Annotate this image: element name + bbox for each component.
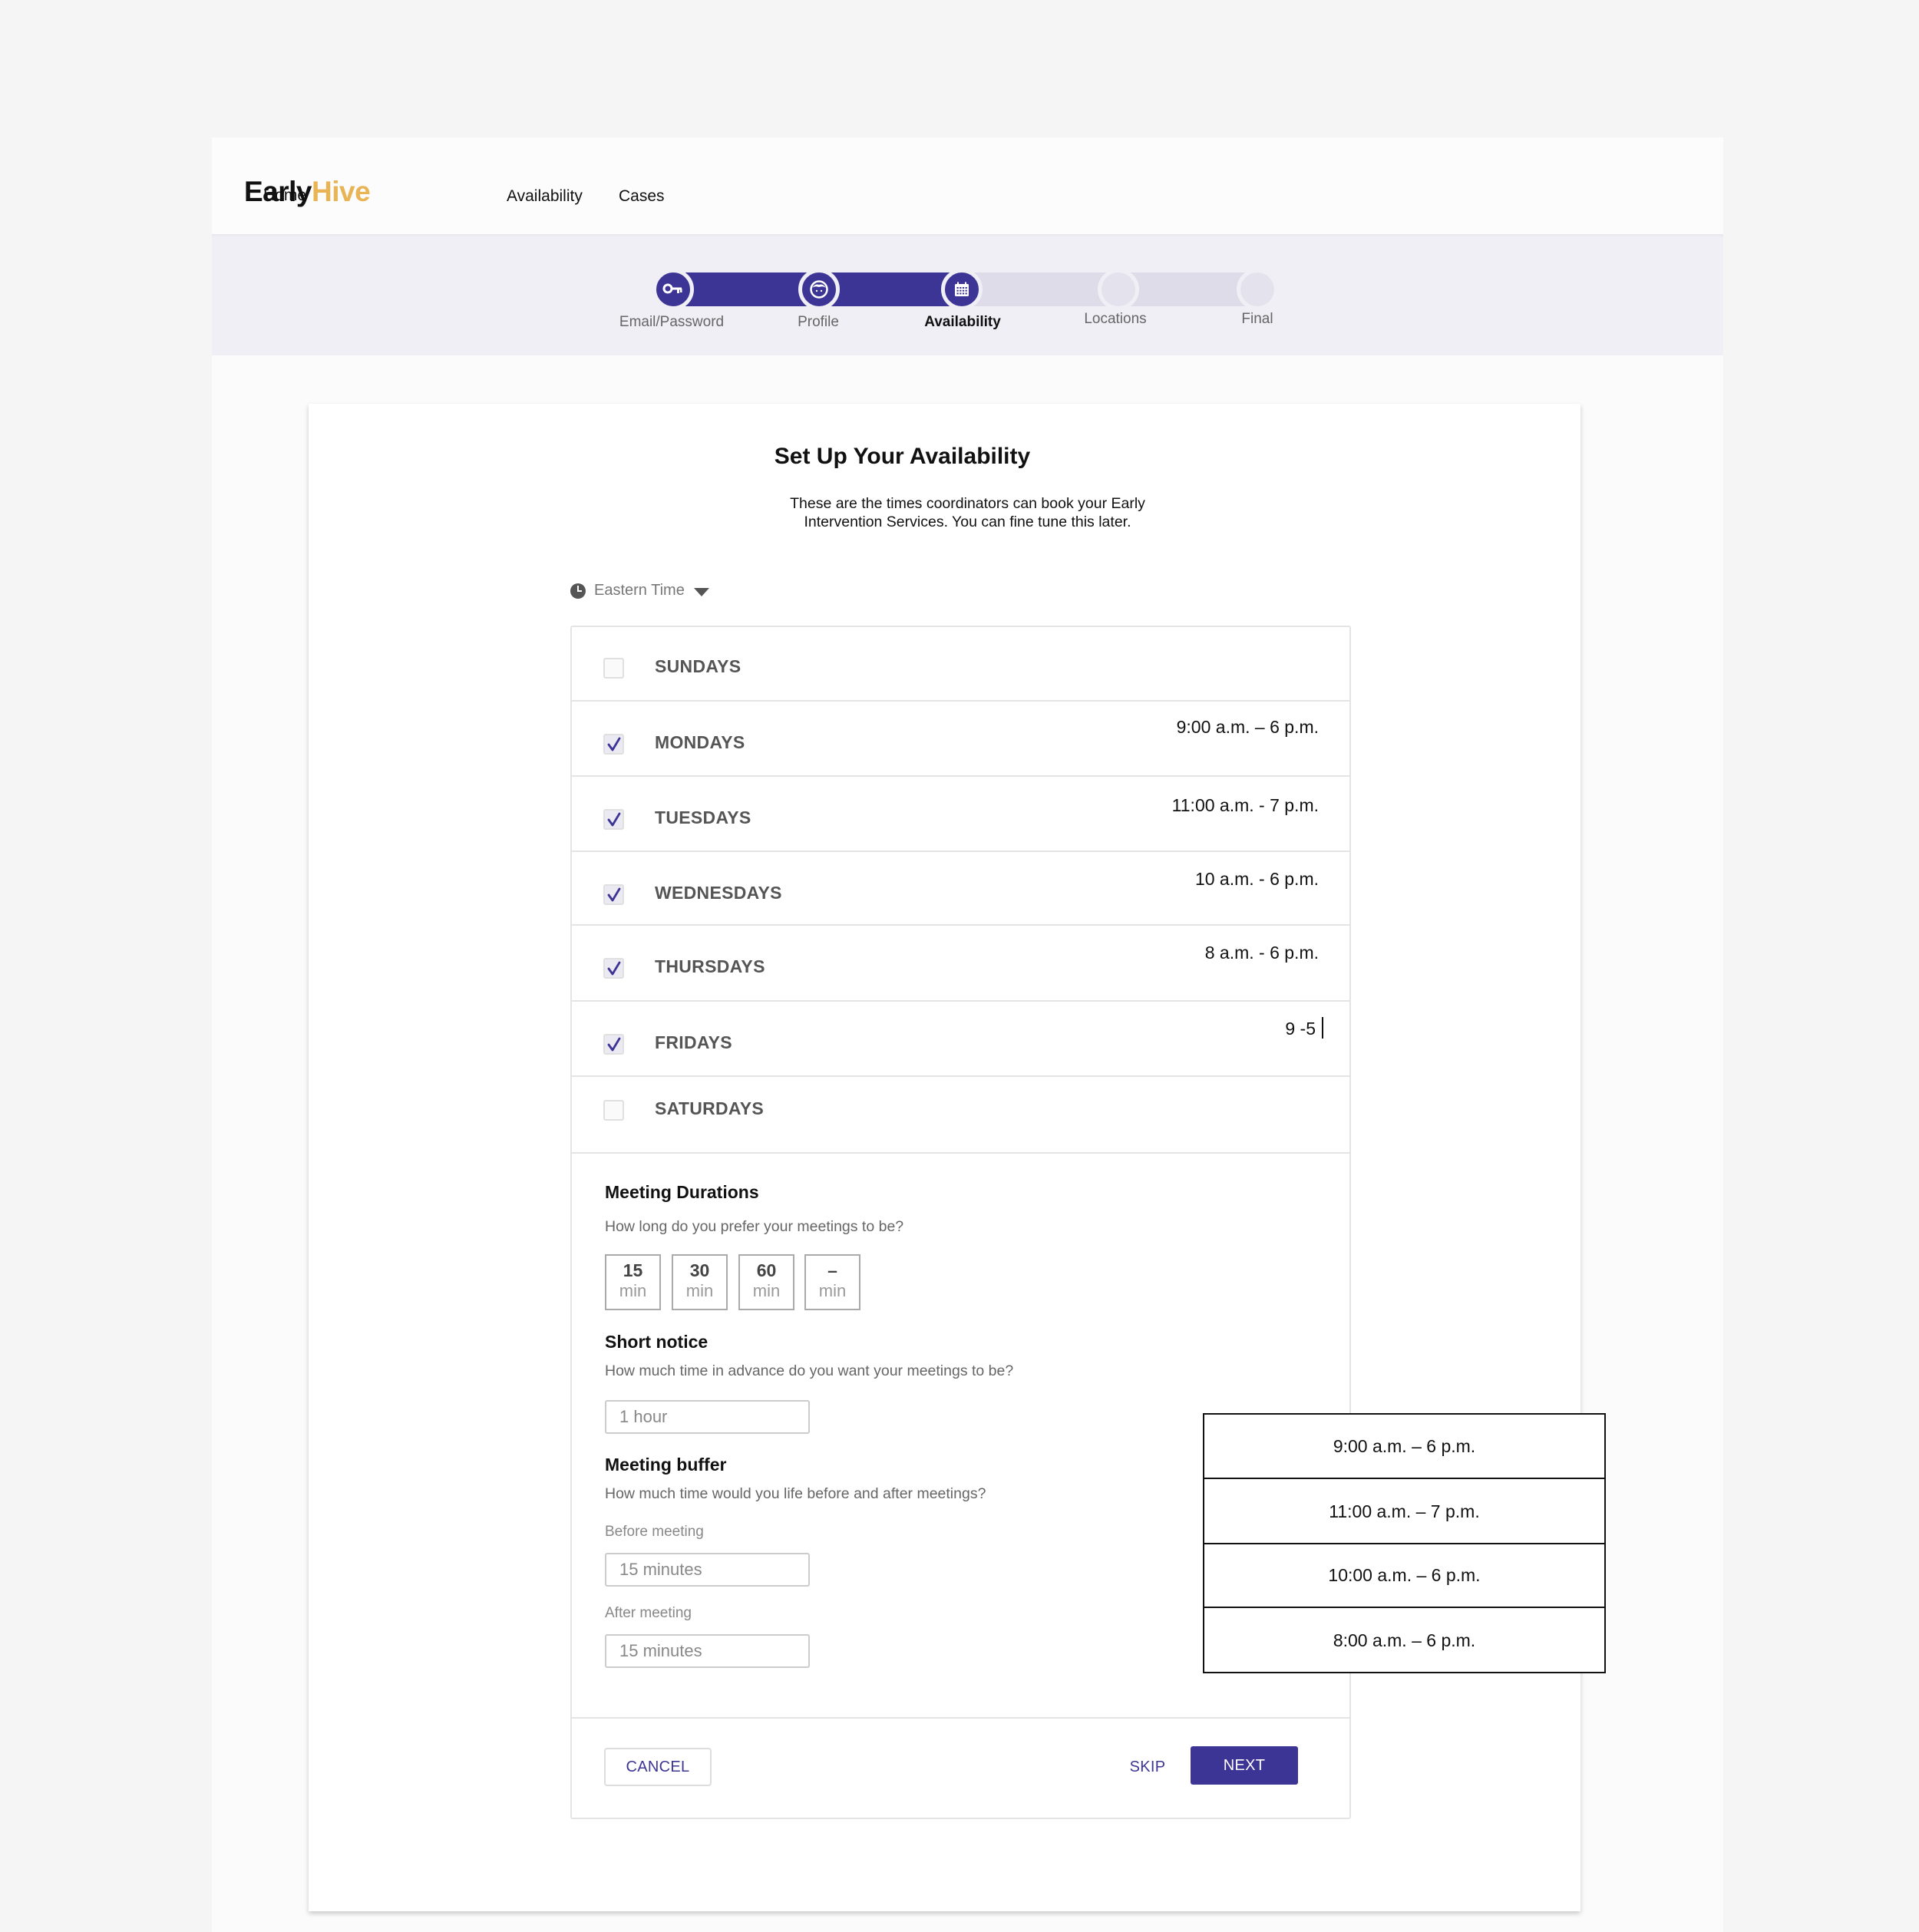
app-frame: EarlyHive Home Availability Cases Email/… <box>212 137 1723 1932</box>
timezone-value: Eastern Time <box>594 582 685 599</box>
before-meeting-input[interactable]: 15 minutes <box>605 1553 810 1587</box>
day-time-input[interactable]: 8 a.m. - 6 p.m. <box>1205 943 1319 963</box>
day-label: FRIDAYS <box>655 1032 732 1052</box>
timezone-select[interactable]: Eastern Time <box>570 582 709 599</box>
logo-hive: Hive <box>312 176 371 207</box>
chevron-down-icon <box>693 588 709 596</box>
duration-unit: min <box>752 1281 781 1300</box>
time-suggestions-dropdown: 9:00 a.m. – 6 p.m. 11:00 a.m. – 7 p.m. 1… <box>1203 1413 1606 1673</box>
short-notice-input[interactable]: 1 hour <box>605 1400 810 1434</box>
day-time-input-active[interactable]: 9 -5 <box>1285 1017 1323 1039</box>
step-label-profile: Profile <box>798 314 839 330</box>
step-final <box>1237 269 1278 310</box>
day-label: TUESDAYS <box>655 807 751 827</box>
step-label-email-password: Email/Password <box>619 314 725 330</box>
step-locations <box>1098 269 1139 310</box>
day-time-value: 8 a.m. - 6 p.m. <box>1204 943 1319 963</box>
suggestion-option[interactable]: 9:00 a.m. – 6 p.m. <box>1204 1415 1604 1479</box>
day-time-input[interactable]: 11:00 a.m. - 7 p.m. <box>1172 795 1319 816</box>
step-label-availability: Availability <box>924 314 1001 330</box>
checkmark-icon <box>607 961 621 976</box>
after-meeting-input[interactable]: 15 minutes <box>605 1634 810 1668</box>
subtitle-line-2: Intervention Services. You can fine tune… <box>804 514 1131 530</box>
day-label: SATURDAYS <box>655 1098 765 1118</box>
short-notice-title: Short notice <box>605 1332 708 1352</box>
short-notice-subtitle: How much time in advance do you want you… <box>605 1362 1014 1379</box>
day-label: SUNDAYS <box>655 656 742 676</box>
day-label: WEDNESDAYS <box>655 883 782 903</box>
suggestion-option[interactable]: 8:00 a.m. – 6 p.m. <box>1204 1608 1604 1673</box>
duration-option-custom[interactable]: – min <box>804 1254 860 1310</box>
day-time-input[interactable]: 10 a.m. - 6 p.m. <box>1195 869 1319 890</box>
availability-card: Set Up Your Availability These are the t… <box>309 404 1606 1911</box>
availability-panel: SUNDAYS MONDAYS 9:00 a.m. – 6 p.m. TUESDAYS… <box>570 626 1606 1819</box>
day-time-value: 9 -5 <box>1285 1019 1316 1039</box>
step-profile <box>798 269 840 310</box>
day-checkbox[interactable] <box>603 1034 624 1055</box>
day-checkbox[interactable] <box>603 884 624 905</box>
duration-option-60[interactable]: 60 min <box>738 1254 794 1310</box>
step-label-final: Final <box>1241 311 1273 327</box>
day-row-mondays: MONDAYS 9:00 a.m. – 6 p.m. <box>572 702 1349 777</box>
step-label-locations: Locations <box>1084 311 1147 327</box>
nav-availability[interactable]: Availability <box>507 187 583 206</box>
step-availability <box>941 269 983 310</box>
duration-value: 15 <box>623 1260 643 1280</box>
day-row-tuesdays: TUESDAYS 11:00 a.m. - 7 p.m. <box>572 777 1349 852</box>
day-time-value: 9:00 a.m. – 6 p.m. <box>1176 717 1319 737</box>
day-row-sundays: SUNDAYS <box>572 627 1349 702</box>
after-meeting-label: After meeting <box>605 1605 692 1621</box>
duration-value: – <box>827 1260 837 1280</box>
text-cursor <box>1322 1017 1323 1039</box>
day-checkbox[interactable] <box>603 958 624 979</box>
day-checkbox[interactable] <box>603 734 624 755</box>
day-checkbox[interactable] <box>603 1100 624 1121</box>
cancel-button[interactable]: CANCEL <box>604 1748 712 1786</box>
duration-value: 60 <box>756 1260 777 1280</box>
nav-cases[interactable]: Cases <box>619 187 665 206</box>
key-icon <box>662 283 682 294</box>
day-time-value: 10 a.m. - 6 p.m. <box>1194 869 1319 889</box>
nav-home[interactable]: Home <box>263 187 306 205</box>
day-row-thursdays: THURSDAYS 8 a.m. - 6 p.m. <box>572 926 1349 1002</box>
day-row-wednesdays: WEDNESDAYS 10 a.m. - 6 p.m. <box>572 852 1349 926</box>
next-button[interactable]: NEXT <box>1191 1746 1298 1785</box>
step-email-password <box>652 269 694 310</box>
progress-stepper: Email/Password Profile Availability Loca… <box>212 234 1723 355</box>
suggestion-option[interactable]: 10:00 a.m. – 6 p.m. <box>1204 1544 1604 1608</box>
before-meeting-label: Before meeting <box>605 1524 704 1540</box>
face-icon <box>810 280 828 299</box>
footer-divider <box>572 1717 1349 1719</box>
clock-icon <box>570 583 586 599</box>
day-checkbox[interactable] <box>603 658 624 679</box>
duration-unit: min <box>619 1281 647 1300</box>
checkmark-icon <box>607 812 621 827</box>
calendar-icon <box>955 282 969 296</box>
day-label: MONDAYS <box>655 732 745 752</box>
duration-unit: min <box>818 1281 847 1300</box>
day-row-saturdays: SATURDAYS <box>572 1077 1349 1154</box>
subtitle-line-1: These are the times coordinators can boo… <box>790 495 1145 512</box>
meeting-buffer-title: Meeting buffer <box>605 1455 727 1475</box>
suggestion-option[interactable]: 11:00 a.m. – 7 p.m. <box>1204 1480 1604 1544</box>
duration-option-30[interactable]: 30 min <box>672 1254 728 1310</box>
day-checkbox[interactable] <box>603 809 624 830</box>
checkmark-icon <box>607 1037 621 1052</box>
duration-unit: min <box>685 1281 714 1300</box>
meeting-buffer-subtitle: How much time would you life before and … <box>605 1485 986 1502</box>
day-time-input[interactable]: 9:00 a.m. – 6 p.m. <box>1177 717 1319 738</box>
page-title: Set Up Your Availability <box>774 444 1031 469</box>
durations-title: Meeting Durations <box>605 1182 759 1202</box>
page-subtitle: These are the times coordinators can boo… <box>309 494 1580 531</box>
day-time-value: 11:00 a.m. - 7 p.m. <box>1171 795 1319 815</box>
skip-button[interactable]: SKIP <box>1121 1748 1174 1786</box>
checkmark-icon <box>607 737 621 751</box>
day-label: THURSDAYS <box>655 956 765 976</box>
duration-value: 30 <box>689 1260 710 1280</box>
durations-subtitle: How long do you prefer your meetings to … <box>605 1218 904 1235</box>
day-row-fridays: FRIDAYS 9 -5 <box>572 1002 1349 1077</box>
checkmark-icon <box>607 887 621 902</box>
top-nav: EarlyHive Home Availability Cases <box>212 137 1723 234</box>
duration-option-15[interactable]: 15 min <box>605 1254 661 1310</box>
